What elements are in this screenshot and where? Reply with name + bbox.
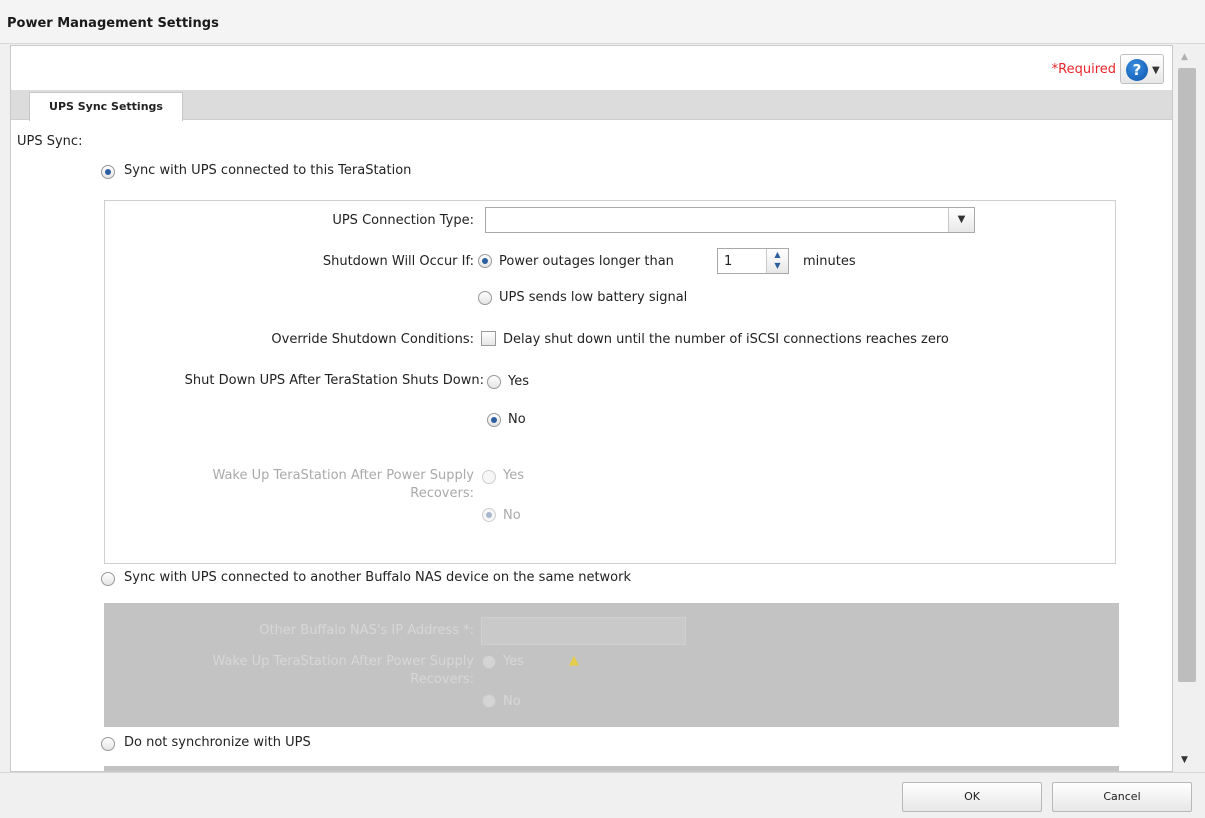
tab-ups-sync-settings[interactable]: UPS Sync Settings xyxy=(29,92,183,121)
radio-low-battery[interactable] xyxy=(478,291,492,305)
wake-up-yes-label: Yes xyxy=(503,468,524,483)
ups-sync-section-label: UPS Sync: xyxy=(17,134,83,149)
low-battery-label[interactable]: UPS sends low battery signal xyxy=(499,290,687,305)
shutdown-ups-no-label[interactable]: No xyxy=(508,412,526,427)
radio-do-not-sync[interactable] xyxy=(101,737,115,751)
delay-shutdown-label[interactable]: Delay shut down until the number of iSCS… xyxy=(503,332,949,347)
shutdown-ups-yes-label[interactable]: Yes xyxy=(508,374,529,389)
required-legend: *Required xyxy=(1051,62,1116,77)
cancel-button[interactable]: Cancel xyxy=(1052,782,1192,812)
wake-up-other-label-line1: Wake Up TeraStation After Power Supply xyxy=(212,654,474,669)
wake-up-label-line2: Recovers: xyxy=(410,486,474,501)
scrollbar-thumb[interactable] xyxy=(1178,68,1196,682)
power-outage-label[interactable]: Power outages longer than xyxy=(499,254,674,269)
window-titlebar: Power Management Settings xyxy=(0,0,1205,44)
scroll-down-icon[interactable]: ▼ xyxy=(1181,755,1188,765)
minutes-stepper[interactable]: 1 ▲ ▼ xyxy=(717,248,789,274)
radio-power-outage[interactable] xyxy=(478,254,492,268)
warning-icon: ▲ xyxy=(569,653,579,668)
radio-wake-up-other-yes xyxy=(482,655,496,669)
delay-shutdown-checkbox[interactable] xyxy=(481,331,496,346)
radio-wake-up-other-no xyxy=(482,694,496,708)
shutdown-ups-label: Shut Down UPS After TeraStation Shuts Do… xyxy=(184,373,484,388)
window-title: Power Management Settings xyxy=(7,16,219,31)
chevron-down-icon[interactable]: ▼ xyxy=(948,208,974,232)
other-nas-ip-input xyxy=(481,617,686,645)
shutdown-condition-label: Shutdown Will Occur If: xyxy=(322,254,474,269)
minutes-value[interactable]: 1 xyxy=(724,254,732,269)
option-do-not-sync-label[interactable]: Do not synchronize with UPS xyxy=(124,735,311,750)
question-circle-icon: ? xyxy=(1126,59,1148,81)
override-shutdown-label: Override Shutdown Conditions: xyxy=(271,332,474,347)
ok-button[interactable]: OK xyxy=(902,782,1042,812)
stepper-arrows-icon[interactable]: ▲ ▼ xyxy=(766,249,788,273)
radio-shutdown-ups-no[interactable] xyxy=(487,413,501,427)
wake-up-no-label: No xyxy=(503,508,521,523)
scroll-up-icon[interactable]: ▲ xyxy=(1181,52,1188,62)
wake-up-other-yes-label: Yes xyxy=(503,654,524,669)
radio-wake-up-yes xyxy=(482,470,496,484)
dialog-footer: OK Cancel xyxy=(0,772,1205,818)
option-sync-this-terastation-label[interactable]: Sync with UPS connected to this TeraStat… xyxy=(124,163,411,178)
wake-up-label-line1: Wake Up TeraStation After Power Supply xyxy=(212,468,474,483)
radio-wake-up-no xyxy=(482,508,496,522)
option-sync-other-nas-label[interactable]: Sync with UPS connected to another Buffa… xyxy=(124,570,631,585)
ups-connection-type-label: UPS Connection Type: xyxy=(332,213,474,228)
radio-sync-this-terastation[interactable] xyxy=(101,165,115,179)
tab-strip: UPS Sync Settings xyxy=(11,90,1172,121)
other-nas-ip-label: Other Buffalo NAS's IP Address *: xyxy=(259,623,474,638)
ups-connection-type-select[interactable]: ▼ xyxy=(485,207,975,233)
settings-panel: *Required ? ▼ UPS Sync Settings UPS Sync… xyxy=(10,45,1173,772)
radio-shutdown-ups-yes[interactable] xyxy=(487,375,501,389)
wake-up-other-no-label: No xyxy=(503,694,521,709)
radio-sync-other-nas[interactable] xyxy=(101,572,115,586)
help-button[interactable]: ? ▼ xyxy=(1120,54,1164,84)
wake-up-other-label-line2: Recovers: xyxy=(410,672,474,687)
chevron-down-icon: ▼ xyxy=(1152,65,1160,76)
minutes-unit-label: minutes xyxy=(803,254,856,269)
